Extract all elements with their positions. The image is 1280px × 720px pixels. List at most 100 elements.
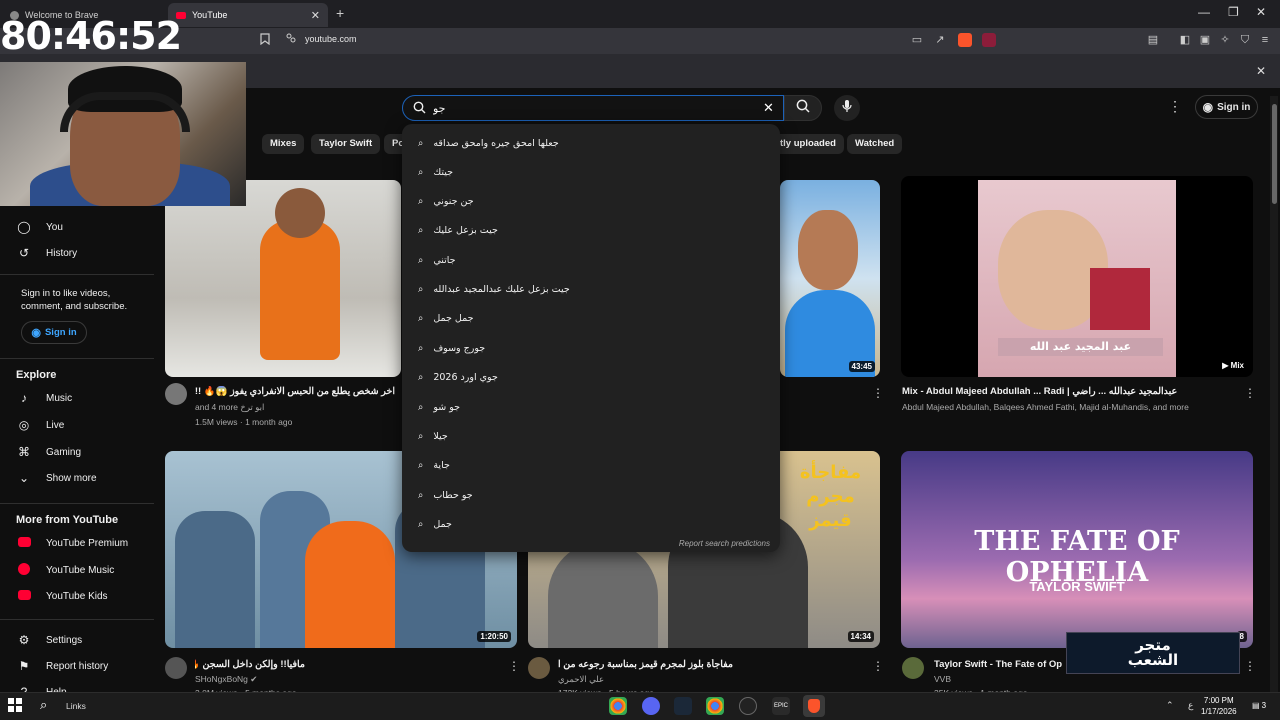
video-thumbnail[interactable]	[165, 180, 401, 377]
chip-mixes[interactable]: Mixes	[262, 134, 305, 154]
brave-taskbar-icon[interactable]	[803, 695, 825, 717]
video-menu-icon[interactable]: ⋮	[872, 659, 884, 673]
sidebar-item-label: Gaming	[46, 446, 82, 458]
avatar[interactable]	[902, 657, 924, 679]
notifications-icon[interactable]: ▤ 3	[1252, 698, 1272, 712]
taskbar-search-label[interactable]: Links	[66, 701, 86, 711]
suggestion-item[interactable]: ⌕ جن جنوني	[402, 188, 780, 214]
epic-games-icon[interactable]: EPIC	[772, 697, 790, 715]
avatar[interactable]	[165, 383, 187, 405]
clear-search-icon[interactable]: ✕	[763, 100, 774, 116]
suggestion-text: جيلا	[433, 430, 448, 442]
suggestion-item[interactable]: ⌕ جاية	[402, 452, 780, 478]
sidebar-item-music[interactable]: ♪ Music	[16, 388, 72, 408]
suggestion-item[interactable]: ⌕ جعلها امحق جيره وامحق صداقه	[402, 130, 780, 156]
suggestion-item[interactable]: ⌕ جمل	[402, 511, 780, 537]
thumb-figure	[305, 521, 395, 648]
tray-chevron-icon[interactable]: ⌃	[1166, 700, 1174, 711]
divider	[0, 358, 154, 359]
steam-icon[interactable]	[674, 697, 692, 715]
video-channel[interactable]: علي الاحمري	[558, 674, 758, 685]
suggestion-item[interactable]: ⌕ جمل جمل	[402, 305, 780, 331]
report-search-predictions-link[interactable]: Report search predictions	[679, 539, 770, 548]
video-menu-icon[interactable]: ⋮	[1244, 659, 1256, 673]
settings-kebab-icon[interactable]: ⋮	[1168, 98, 1182, 115]
minimize-button[interactable]: —	[1198, 5, 1210, 19]
video-menu-icon[interactable]: ⋮	[1244, 386, 1256, 400]
video-title[interactable]: Taylor Swift - The Fate of Op	[934, 659, 1069, 670]
suggestion-item[interactable]: ⌕ جو حطاب	[402, 482, 780, 508]
infobar-close-icon[interactable]: ✕	[1256, 64, 1266, 78]
signin-button[interactable]: ◉ Sign in	[1195, 95, 1258, 119]
sidebar-item-show-more[interactable]: ⌄ Show more	[16, 468, 97, 488]
suggestion-item[interactable]: ⌕ جوي اورد 2026	[402, 364, 780, 390]
tab-close-icon[interactable]: ✕	[311, 9, 320, 22]
video-channel[interactable]: SHoNgxBoNg ✔	[195, 674, 395, 685]
sidebar-item-youtube-music[interactable]: YouTube Music	[16, 560, 114, 580]
suggestion-item[interactable]: ⌕ جاتني	[402, 247, 780, 273]
taskbar-search-icon[interactable]: ⌕	[40, 697, 47, 713]
sidebar-item-youtube-premium[interactable]: YouTube Premium	[16, 533, 128, 553]
suggestion-item[interactable]: ⌕ جيت بزعل عليك	[402, 217, 780, 243]
suggestion-item[interactable]: ⌕ جيت بزعل عليك عبدالمجيد عبدالله	[402, 276, 780, 302]
sidebar-item-live[interactable]: ◎ Live	[16, 415, 65, 435]
video-title[interactable]: مافيا!! وإلكن داخل السجن 🔥🚔	[195, 659, 305, 670]
avatar[interactable]	[165, 657, 187, 679]
cast-icon[interactable]: ▭	[910, 33, 924, 47]
video-menu-icon[interactable]: ⋮	[872, 386, 884, 400]
brave-rewards-icon[interactable]	[982, 33, 996, 47]
search-box[interactable]: ✕	[402, 95, 784, 121]
sidebar-item-youtube-kids[interactable]: YouTube Kids	[16, 586, 108, 606]
search-input[interactable]	[433, 100, 753, 116]
share-icon[interactable]: ↗	[933, 33, 947, 47]
discord-icon[interactable]	[642, 697, 660, 715]
language-indicator[interactable]: ع	[1188, 700, 1193, 711]
vpn-icon[interactable]: ⛉	[1238, 33, 1252, 47]
obs-icon[interactable]	[739, 697, 757, 715]
close-window-button[interactable]: ✕	[1256, 5, 1266, 19]
chip-recently-uploaded[interactable]: tly uploaded	[772, 134, 844, 154]
video-title[interactable]: مفاجأة بلوز لمجرم قيمز بمناسبة رجوعه من …	[558, 659, 733, 670]
video-title[interactable]: Mix - Abdul Majeed Abdullah ... Radi | ع…	[902, 386, 1242, 397]
sidebar-icon[interactable]: ◧	[1178, 33, 1192, 47]
suggestion-item[interactable]: ⌕ جيتك	[402, 159, 780, 185]
chrome-profile-icon[interactable]	[706, 697, 724, 715]
chrome-icon[interactable]	[609, 697, 627, 715]
reader-icon[interactable]: ▤	[1146, 33, 1160, 47]
video-thumbnail[interactable]: 43:45	[780, 180, 880, 377]
suggestion-item[interactable]: ⌕ جيلا	[402, 423, 780, 449]
windows-start-icon[interactable]	[8, 698, 22, 712]
bookmark-icon[interactable]	[258, 33, 272, 47]
video-thumbnail[interactable]: THE FATE OF OPHELIA TAYLOR SWIFT 8	[901, 451, 1253, 648]
sidebar-item-report-history[interactable]: ⚑ Report history	[16, 656, 109, 676]
site-info-icon[interactable]	[284, 33, 298, 47]
video-menu-icon[interactable]: ⋮	[508, 659, 520, 673]
brave-shields-icon[interactable]	[958, 33, 972, 47]
new-tab-button[interactable]: +	[336, 5, 344, 21]
sidebar-signin-button[interactable]: ◉ Sign in	[21, 321, 87, 344]
leo-ai-icon[interactable]: ✧	[1218, 33, 1232, 47]
voice-search-button[interactable]	[834, 95, 860, 121]
suggestion-item[interactable]: ⌕ جورج وسوف	[402, 335, 780, 361]
taskbar-clock[interactable]: 7:00 PM 1/17/2026	[1201, 695, 1237, 717]
scrollbar-thumb[interactable]	[1272, 104, 1277, 204]
sidebar-item-gaming[interactable]: ⌘ Gaming	[16, 442, 81, 462]
avatar[interactable]	[528, 657, 550, 679]
menu-icon[interactable]: ≡	[1258, 33, 1272, 47]
tab-youtube[interactable]: YouTube ✕	[168, 3, 328, 27]
chip-taylor-swift[interactable]: Taylor Swift	[311, 134, 381, 154]
restore-button[interactable]: ❐	[1228, 5, 1239, 19]
chip-watched[interactable]: Watched	[847, 134, 903, 154]
video-title[interactable]: اخر شخص يطلع من الحبس الانفرادي يفوز 😱🔥 …	[195, 386, 395, 397]
sidebar-item-settings[interactable]: ⚙ Settings	[16, 630, 83, 650]
sidebar-item-history[interactable]: ↺ History	[16, 243, 77, 263]
suggestion-text: جاتني	[433, 254, 456, 266]
wallet-icon[interactable]: ▣	[1198, 33, 1212, 47]
video-channel[interactable]: and 4 more ابو ترخ	[195, 402, 395, 413]
video-thumbnail[interactable]: عبد المجيد عبد الله ▶ Mix	[901, 176, 1253, 377]
search-button[interactable]	[784, 95, 822, 121]
suggestion-item[interactable]: ⌕ جو شو	[402, 394, 780, 420]
url-text[interactable]: youtube.com	[305, 34, 357, 44]
video-channel[interactable]: VVB	[934, 674, 1134, 684]
sidebar-item-you[interactable]: ◯ You	[16, 217, 63, 237]
